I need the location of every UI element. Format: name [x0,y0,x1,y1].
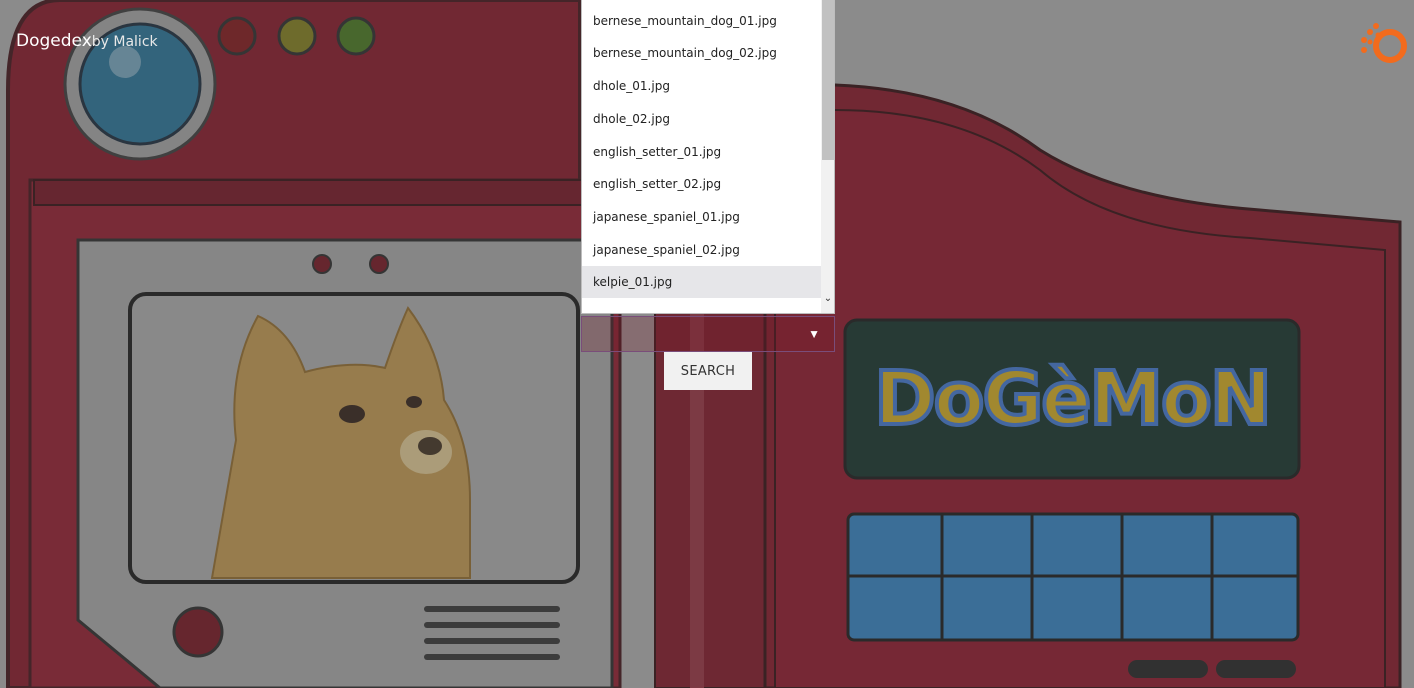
dropdown-option[interactable]: japanese_spaniel_01.jpg [582,201,821,233]
search-button[interactable]: SEARCH [664,352,752,390]
chevron-down-icon[interactable]: ⌄ [823,292,833,306]
dropdown-option[interactable]: japanese_spaniel_02.jpg [582,234,821,266]
brand[interactable]: Dogedexby Malick [16,31,158,51]
dropdown-option-hovered[interactable]: kelpie_01.jpg [582,266,821,298]
dropdown-option[interactable]: dhole_01.jpg [582,70,821,102]
brand-title: Dogedex [16,31,92,51]
image-select[interactable]: ▼ [581,316,835,352]
dropdown-option[interactable]: dhole_02.jpg [582,103,821,135]
caret-down-icon: ▼ [808,327,820,341]
image-dropdown-list[interactable]: bernese_mountain_dog_01.jpg bernese_moun… [581,0,835,314]
orange-ring-logo-icon[interactable] [1356,22,1412,64]
dropdown-scrollbar[interactable]: ⌄ [821,0,834,313]
brand-byline: by Malick [91,34,158,50]
dropdown-option[interactable]: english_setter_01.jpg [582,136,821,168]
dropdown-option[interactable]: bernese_mountain_dog_01.jpg [582,5,821,37]
dropdown-option[interactable]: bernese_mountain_dog_02.jpg [582,37,821,69]
scrollbar-thumb[interactable] [822,0,834,160]
dropdown-option[interactable]: english_setter_02.jpg [582,168,821,200]
